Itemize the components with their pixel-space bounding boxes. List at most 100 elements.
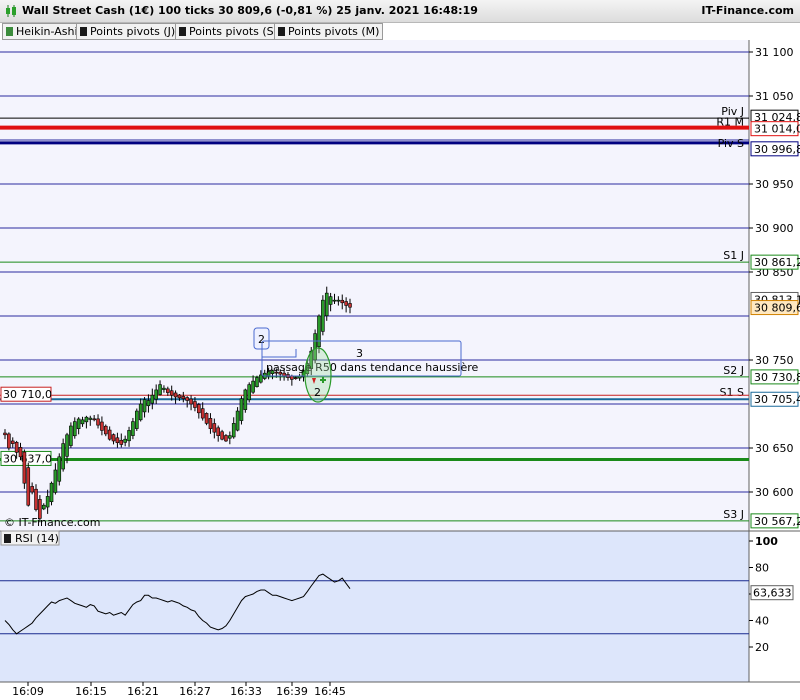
pivot-name-label: S1 S	[720, 386, 744, 399]
candle-body[interactable]	[204, 413, 209, 424]
candlestick-icon	[6, 5, 16, 17]
candle-body[interactable]	[142, 399, 147, 413]
candle-body[interactable]	[115, 437, 120, 444]
candle-body[interactable]	[107, 429, 112, 440]
time-tick-label: 16:27	[179, 685, 211, 698]
candle-body[interactable]	[185, 397, 189, 401]
candle-body[interactable]	[76, 418, 81, 429]
candle-body[interactable]	[150, 394, 155, 404]
candle-body[interactable]	[212, 423, 217, 433]
candle-body[interactable]	[169, 390, 174, 396]
candle-body[interactable]	[231, 423, 236, 438]
candle-body[interactable]	[181, 396, 186, 400]
legend-pivots-s-button[interactable]: Points pivots (S)	[175, 23, 282, 40]
candle-body[interactable]	[22, 451, 27, 484]
candle-body[interactable]	[84, 416, 89, 423]
pivot-value-label: 31 014,0	[754, 123, 800, 136]
candle-body[interactable]	[340, 299, 345, 304]
candle-body[interactable]	[92, 418, 96, 421]
candle-body[interactable]	[61, 443, 65, 470]
candle-body[interactable]	[111, 434, 116, 442]
candle-body[interactable]	[321, 299, 325, 332]
candle-body[interactable]	[162, 387, 166, 390]
candle-body[interactable]	[348, 303, 352, 308]
candle-body[interactable]	[154, 389, 158, 400]
candle-body[interactable]	[197, 404, 201, 414]
candle-body[interactable]	[328, 296, 333, 305]
chart-title: Wall Street Cash (1€) 100 ticks 30 809,6…	[22, 4, 478, 17]
candle-body[interactable]	[119, 439, 124, 445]
candle-body[interactable]	[200, 408, 205, 419]
candle-body[interactable]	[290, 375, 294, 380]
candle-body[interactable]	[18, 447, 23, 458]
chart-canvas[interactable]: Piv JR1 MPiv SS1 JS2 JS1 SS3 J30 710,030…	[0, 0, 800, 700]
candle-body[interactable]	[243, 389, 248, 410]
rsi-legend-button[interactable]: RSI (14)	[0, 530, 60, 546]
candle-body[interactable]	[34, 488, 38, 510]
candle-body[interactable]	[251, 380, 255, 393]
candle-body[interactable]	[173, 392, 178, 398]
candle-body[interactable]	[80, 419, 85, 425]
candle-body[interactable]	[247, 384, 252, 401]
candle-body[interactable]	[65, 434, 69, 457]
pivot-value-label: 30 567,2	[754, 515, 800, 528]
candle-body[interactable]	[332, 299, 337, 302]
legend-heikin-ashi-label: Heikin-Ashi	[16, 25, 78, 38]
candle-body[interactable]	[123, 438, 127, 443]
candle-body[interactable]	[259, 374, 263, 383]
candle-body[interactable]	[57, 456, 62, 482]
legend-pivots-m-button[interactable]: Points pivots (M)	[274, 23, 384, 40]
candle-body[interactable]	[7, 433, 11, 449]
candle-body[interactable]	[336, 299, 341, 302]
candle-body[interactable]	[134, 410, 139, 429]
candle-body[interactable]	[49, 482, 54, 503]
candle-body[interactable]	[220, 431, 224, 440]
candle-body[interactable]	[158, 384, 162, 395]
candle-body[interactable]	[317, 315, 321, 348]
candle-body[interactable]	[255, 377, 259, 387]
pivots-m-swatch	[278, 27, 285, 36]
candle-body[interactable]	[293, 377, 298, 380]
pivot-value-label: 30 705,4	[754, 393, 800, 406]
candle-body[interactable]	[239, 398, 244, 421]
candle-body[interactable]	[224, 435, 228, 442]
legend-heikin-ashi-button[interactable]: Heikin-Ashi	[2, 23, 82, 40]
candle-body[interactable]	[228, 435, 232, 439]
candle-body[interactable]	[193, 401, 197, 408]
annotation-number: 3	[356, 347, 363, 360]
candle-body[interactable]	[88, 417, 93, 420]
candle-body[interactable]	[189, 398, 193, 405]
legend-pivots-j-button[interactable]: Points pivots (J)	[76, 23, 180, 40]
candle-body[interactable]	[41, 504, 46, 510]
candle-body[interactable]	[344, 301, 348, 306]
price-tick-label: 30 950	[755, 178, 794, 191]
candle-body[interactable]	[100, 421, 104, 431]
candle-body[interactable]	[177, 394, 182, 399]
time-tick-label: 16:33	[230, 685, 262, 698]
legend-bar: Heikin-Ashi Points pivots (J) Points piv…	[0, 22, 750, 40]
candle-body[interactable]	[127, 430, 131, 442]
candle-body[interactable]	[96, 418, 100, 426]
candle-body[interactable]	[10, 440, 15, 444]
candle-body[interactable]	[45, 496, 50, 508]
candle-body[interactable]	[146, 400, 151, 407]
candle-body[interactable]	[14, 441, 19, 453]
last-price-label: 30 809,6	[754, 302, 800, 315]
candle-body[interactable]	[216, 427, 221, 436]
candle-body[interactable]	[138, 403, 143, 421]
candle-body[interactable]	[3, 432, 7, 436]
candle-body[interactable]	[53, 469, 58, 493]
candle-body[interactable]	[72, 421, 77, 437]
candle-body[interactable]	[26, 467, 31, 506]
candle-body[interactable]	[30, 486, 34, 493]
candle-body[interactable]	[235, 410, 240, 431]
price-tick-label: 31 050	[755, 90, 794, 103]
candle-body[interactable]	[69, 425, 73, 446]
candle-body[interactable]	[166, 388, 170, 393]
candle-body[interactable]	[131, 421, 135, 436]
candle-body[interactable]	[103, 425, 108, 435]
rsi-tick-label: 20	[755, 641, 769, 654]
candle-body[interactable]	[324, 292, 329, 317]
heikin-ashi-swatch	[6, 27, 13, 36]
candle-body[interactable]	[208, 418, 213, 429]
